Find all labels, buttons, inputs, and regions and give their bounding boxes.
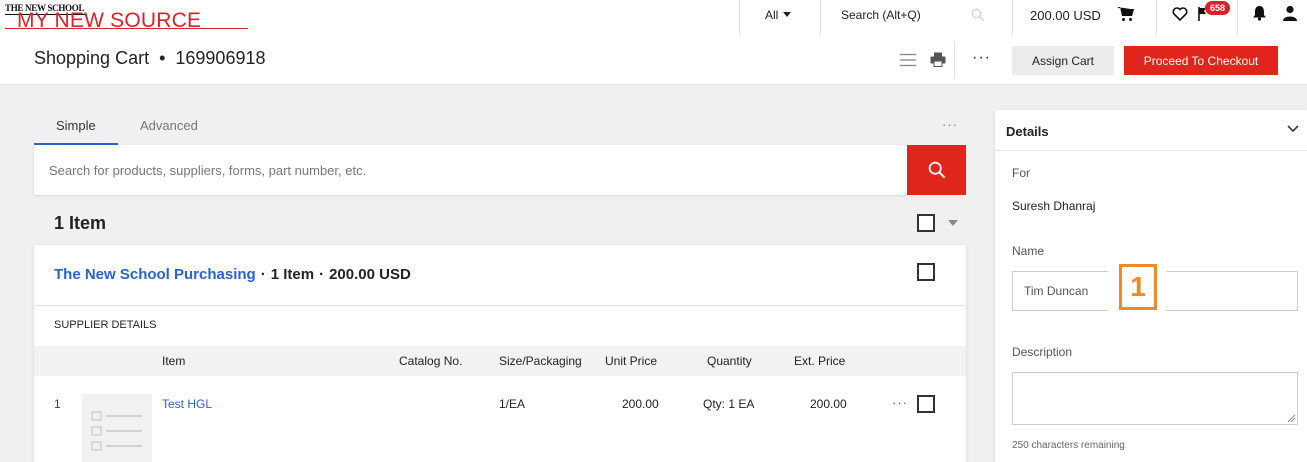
global-search-placeholder: Search (Alt+Q) bbox=[841, 8, 921, 22]
divider bbox=[739, 0, 740, 35]
divider bbox=[1156, 0, 1157, 35]
divider bbox=[1012, 0, 1013, 35]
caret-down-icon bbox=[783, 12, 792, 17]
supplier-checkbox[interactable] bbox=[917, 263, 935, 281]
column-quantity: Quantity bbox=[707, 354, 752, 368]
cart-total[interactable]: 200.00 USD bbox=[1030, 8, 1101, 23]
tab-advanced[interactable]: Advanced bbox=[140, 118, 198, 133]
product-search-button[interactable] bbox=[907, 145, 966, 195]
more-actions-button[interactable]: ··· bbox=[972, 49, 991, 67]
row-more-button[interactable]: ··· bbox=[892, 395, 908, 410]
page-title-text: Shopping Cart bbox=[34, 48, 150, 68]
heart-icon[interactable] bbox=[1172, 6, 1188, 22]
top-bar: THE NEW SCHOOL MY NEW SOURCE All Search … bbox=[0, 0, 1307, 35]
details-panel: Details For Suresh Dhanraj Name 1 Descri… bbox=[995, 110, 1307, 462]
description-label: Description bbox=[1012, 345, 1073, 359]
logo-underline bbox=[5, 28, 248, 29]
select-all-checkbox[interactable] bbox=[917, 214, 935, 232]
row-checkbox[interactable] bbox=[917, 395, 935, 413]
supplier-card: The New School Purchasing · 1 Item · 200.00 … bbox=[34, 245, 966, 462]
search-icon[interactable] bbox=[971, 8, 985, 22]
bell-icon[interactable] bbox=[1252, 5, 1267, 21]
for-label: For bbox=[1012, 166, 1030, 180]
supplier-summary: The New School Purchasing · 1 Item · 200.00 … bbox=[54, 266, 411, 283]
row-number: 1 bbox=[54, 397, 61, 411]
step-marker: 1 bbox=[1108, 263, 1166, 313]
divider bbox=[995, 150, 1307, 151]
details-heading[interactable]: Details bbox=[1006, 124, 1049, 139]
name-label: Name bbox=[1012, 244, 1045, 258]
divider bbox=[34, 305, 966, 306]
page-header: Shopping Cart • 169906918 ··· Assign Cart … bbox=[0, 35, 1307, 85]
user-icon[interactable] bbox=[1282, 5, 1298, 21]
column-catalog-no: Catalog No. bbox=[399, 354, 463, 368]
title-separator: • bbox=[159, 48, 166, 68]
search-options-more-button[interactable]: ··· bbox=[942, 117, 958, 132]
search-icon bbox=[928, 161, 946, 179]
checklist-icon bbox=[91, 411, 142, 451]
select-options-dropdown[interactable] bbox=[948, 220, 958, 226]
step-marker-number: 1 bbox=[1119, 264, 1157, 310]
item-ext-price: 200.00 bbox=[810, 397, 847, 411]
column-item: Item bbox=[162, 354, 186, 368]
item-size-packaging: 1/EA bbox=[499, 397, 526, 411]
divider bbox=[954, 41, 955, 79]
table-header: Item Catalog No. Size/Packaging Unit Pri… bbox=[34, 346, 966, 376]
search-scope-label: All bbox=[765, 8, 779, 22]
summary-separator: · bbox=[260, 266, 266, 283]
logo-main-text: MY NEW SOURCE bbox=[17, 9, 202, 32]
item-name-link[interactable]: Test HGL bbox=[162, 397, 212, 411]
cart-icon[interactable] bbox=[1117, 6, 1135, 22]
assign-cart-button[interactable]: Assign Cart bbox=[1012, 46, 1114, 75]
characters-remaining: 250 characters remaining bbox=[1012, 440, 1125, 451]
cart-number: 169906918 bbox=[175, 48, 266, 68]
supplier-details-heading[interactable]: SUPPLIER DETAILS bbox=[54, 319, 157, 331]
column-size-packaging: Size/Packaging bbox=[499, 354, 582, 368]
page-title: Shopping Cart • 169906918 bbox=[34, 48, 266, 69]
product-thumbnail[interactable] bbox=[82, 394, 152, 462]
print-icon[interactable] bbox=[930, 52, 946, 67]
product-search-input[interactable] bbox=[34, 145, 908, 195]
proceed-to-checkout-button[interactable]: Proceed To Checkout bbox=[1124, 46, 1278, 75]
column-ext-price: Ext. Price bbox=[794, 354, 846, 368]
resize-grip-icon[interactable] bbox=[1287, 414, 1296, 423]
search-scope-dropdown[interactable]: All bbox=[765, 8, 792, 22]
item-unit-price: 200.00 bbox=[622, 397, 659, 411]
logo[interactable]: THE NEW SCHOOL MY NEW SOURCE bbox=[5, 3, 250, 32]
notification-badge: 658 bbox=[1205, 1, 1230, 15]
item-quantity[interactable]: Qty: 1 EA bbox=[703, 397, 754, 411]
divider bbox=[1237, 0, 1238, 35]
cart-item-count: 1 Item bbox=[54, 213, 107, 233]
supplier-total: 200.00 USD bbox=[329, 266, 411, 283]
column-unit-price: Unit Price bbox=[605, 354, 658, 368]
supplier-item-count: 1 Item bbox=[270, 266, 315, 283]
for-value: Suresh Dhanraj bbox=[1012, 199, 1096, 213]
chevron-down-icon[interactable] bbox=[1287, 125, 1299, 133]
list-view-icon[interactable] bbox=[900, 53, 916, 67]
supplier-name-link[interactable]: The New School Purchasing bbox=[54, 266, 256, 283]
tab-simple[interactable]: Simple bbox=[56, 118, 96, 133]
description-field[interactable] bbox=[1012, 372, 1298, 425]
summary-separator: · bbox=[319, 266, 325, 283]
